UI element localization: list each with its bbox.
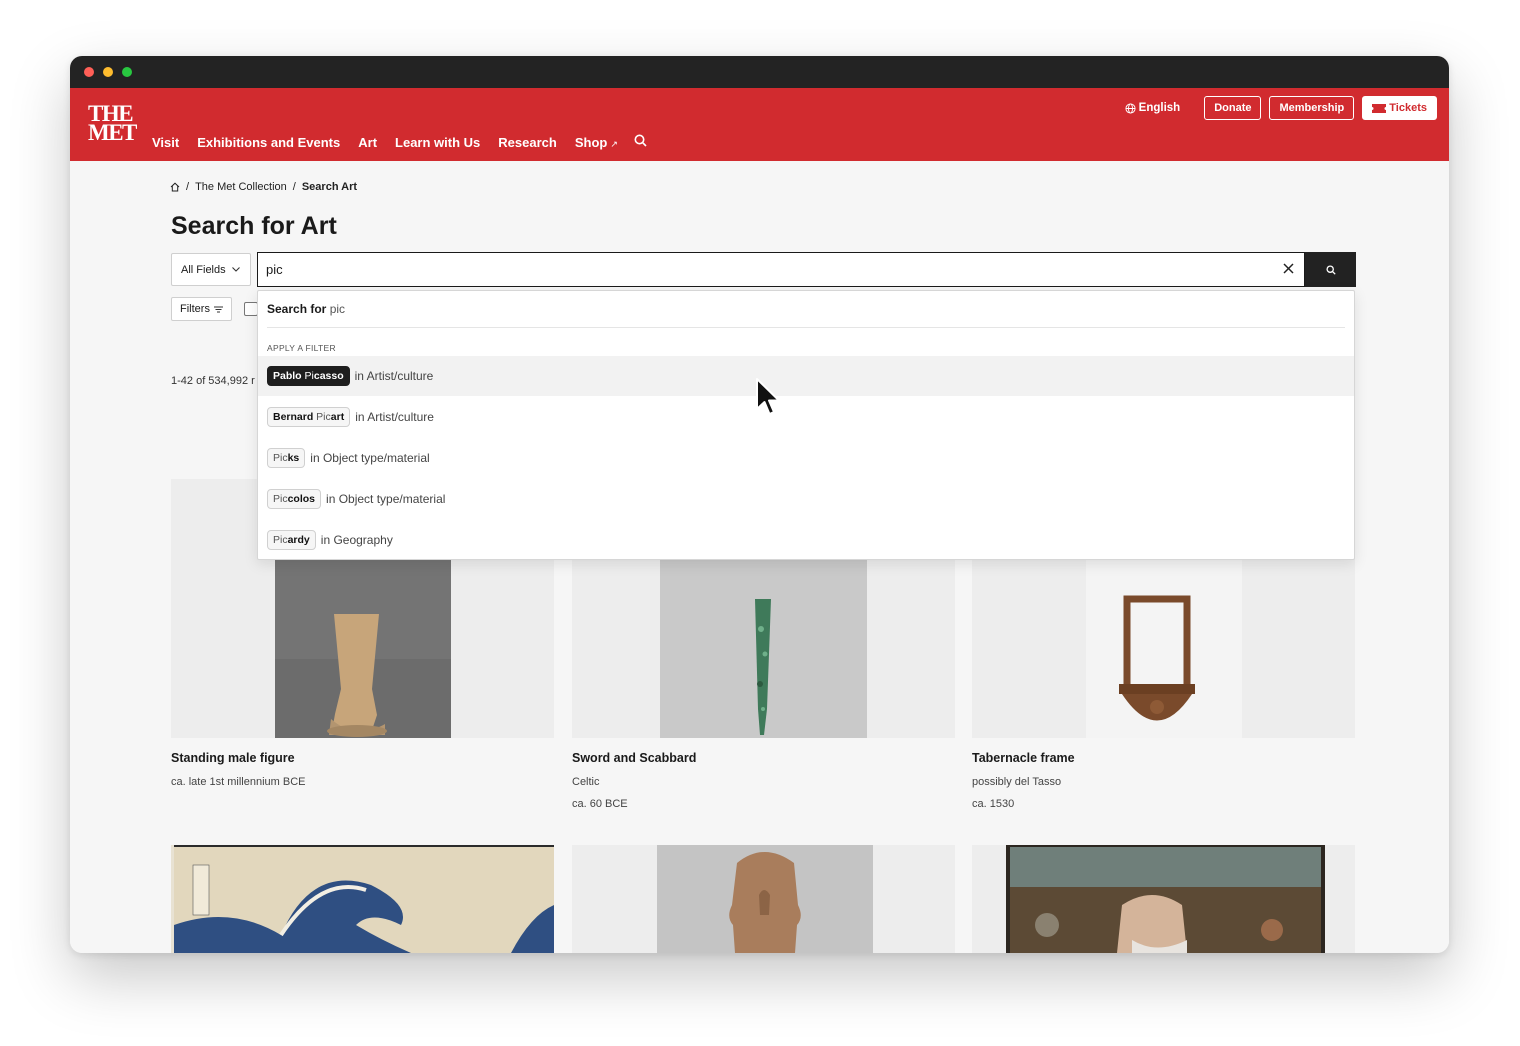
divider <box>267 327 1345 328</box>
membership-button[interactable]: Membership <box>1269 96 1355 120</box>
apply-filter-heading: APPLY A FILTER <box>267 343 336 353</box>
met-logo[interactable]: THE MET <box>88 102 137 145</box>
tickets-button[interactable]: Tickets <box>1362 96 1437 120</box>
search-for-suggestion[interactable]: Search for pic <box>267 302 345 316</box>
search-input[interactable] <box>266 253 1266 285</box>
language-label: English <box>1138 102 1181 114</box>
suggestion-category: in Object type/material <box>310 451 430 465</box>
suggestion-chip: Picardy <box>267 530 316 550</box>
filter-icon <box>213 306 223 312</box>
artwork-date: ca. 60 BCE <box>572 798 628 810</box>
utility-nav: English Donate Membership Tickets <box>1125 96 1437 120</box>
artwork-artist: possibly del Tasso <box>972 776 1062 788</box>
filter-checkbox[interactable] <box>244 302 258 316</box>
breadcrumb-separator: / <box>292 181 296 193</box>
search-for-label: Search for <box>267 302 327 316</box>
suggestion-chip: Piccolos <box>267 489 322 509</box>
chevron-down-icon <box>232 267 240 272</box>
chip-part: ks <box>287 452 300 464</box>
site-header: THE MET Visit Exhibitions and Events Art… <box>70 88 1449 161</box>
suggestion-item[interactable]: Picks in Object type/material <box>258 438 1354 478</box>
suggestion-item[interactable]: Picardy in Geography <box>258 520 1354 560</box>
chip-part: Pic <box>313 411 331 423</box>
nav-art[interactable]: Art <box>358 135 377 150</box>
artwork-image[interactable] <box>972 845 1355 953</box>
search-submit-button[interactable] <box>1305 252 1356 287</box>
page-content: / The Met Collection / Search Art Search… <box>70 161 1449 953</box>
chip-part: Pic <box>273 452 288 464</box>
suggestion-category: in Artist/culture <box>354 369 434 383</box>
chip-part: Pic <box>273 493 288 505</box>
minimize-window-button[interactable] <box>103 67 113 77</box>
artwork-image[interactable] <box>572 845 955 953</box>
external-link-icon: ↗ <box>610 139 618 149</box>
chip-part: ardy <box>287 534 310 546</box>
nav-research[interactable]: Research <box>498 135 557 150</box>
search-field-select-value: All Fields <box>181 263 226 276</box>
suggestion-item[interactable]: Bernard Picart in Artist/culture <box>258 397 1354 437</box>
artwork-title[interactable]: Tabernacle frame <box>972 751 1075 765</box>
suggestion-chip: Pablo Picasso <box>267 366 350 386</box>
breadcrumb: / The Met Collection / Search Art <box>170 181 357 193</box>
nav-shop-label: Shop <box>574 135 608 150</box>
filters-label: Filters <box>180 303 210 315</box>
language-selector[interactable]: English <box>1125 102 1181 114</box>
results-count: 1-42 of 534,992 r <box>171 375 255 387</box>
suggestion-chip: Picks <box>267 448 306 468</box>
suggestion-chip: Bernard Picart <box>267 407 351 427</box>
breadcrumb-met-collection[interactable]: The Met Collection <box>195 181 287 193</box>
suggestion-item[interactable]: Pablo Picasso in Artist/culture <box>258 356 1354 396</box>
breadcrumb-search-art: Search Art <box>301 181 358 193</box>
tickets-label: Tickets <box>1389 102 1427 114</box>
chip-part: Pic <box>273 534 288 546</box>
suggestion-category: in Geography <box>320 533 393 547</box>
suggestion-item[interactable]: Piccolos in Object type/material <box>258 479 1354 519</box>
close-window-button[interactable] <box>84 67 94 77</box>
nav-shop[interactable]: Shop ↗ <box>575 135 618 150</box>
chip-part: casso <box>313 370 344 382</box>
artwork-title[interactable]: Sword and Scabbard <box>572 751 696 765</box>
ticket-icon <box>1372 103 1387 113</box>
chip-part: Pablo <box>273 370 302 382</box>
nav-visit[interactable]: Visit <box>152 135 179 150</box>
mouse-cursor-icon <box>756 378 780 415</box>
filters-button[interactable]: Filters <box>171 297 232 321</box>
search-field-select[interactable]: All Fields <box>171 253 251 286</box>
globe-icon <box>1125 102 1136 114</box>
artwork-image[interactable] <box>171 845 554 953</box>
nav-search-icon[interactable] <box>634 134 647 150</box>
nav-learn-with-us[interactable]: Learn with Us <box>395 135 480 150</box>
nav-exhibitions-and-events[interactable]: Exhibitions and Events <box>197 135 340 150</box>
page-title: Search for Art <box>171 212 337 240</box>
search-icon <box>1325 264 1336 275</box>
browser-window: THE MET Visit Exhibitions and Events Art… <box>70 56 1449 953</box>
artwork-date: ca. late 1st millennium BCE <box>171 776 306 788</box>
suggestion-category: in Artist/culture <box>355 410 434 424</box>
maximize-window-button[interactable] <box>122 67 132 77</box>
artwork-culture: Celtic <box>572 776 600 788</box>
donate-button[interactable]: Donate <box>1204 96 1262 120</box>
chip-part: colos <box>287 493 316 505</box>
search-suggestions-dropdown: Search for pic APPLY A FILTER Pablo Pica… <box>257 290 1355 560</box>
home-icon[interactable] <box>170 182 180 192</box>
breadcrumb-separator: / <box>186 181 190 193</box>
search-box <box>257 252 1305 287</box>
title-bar <box>70 56 1449 88</box>
chip-part: art <box>330 411 345 423</box>
suggestion-category: in Object type/material <box>326 492 446 506</box>
artwork-date: ca. 1530 <box>972 798 1015 810</box>
artwork-title[interactable]: Standing male figure <box>171 751 295 765</box>
logo-line-2: MET <box>88 120 137 145</box>
chip-part: Pi <box>301 370 314 382</box>
clear-search-icon[interactable] <box>1283 263 1294 274</box>
chip-part: Bernard <box>273 411 314 423</box>
main-nav: Visit Exhibitions and Events Art Learn w… <box>152 134 665 150</box>
search-for-query: pic <box>329 302 346 316</box>
